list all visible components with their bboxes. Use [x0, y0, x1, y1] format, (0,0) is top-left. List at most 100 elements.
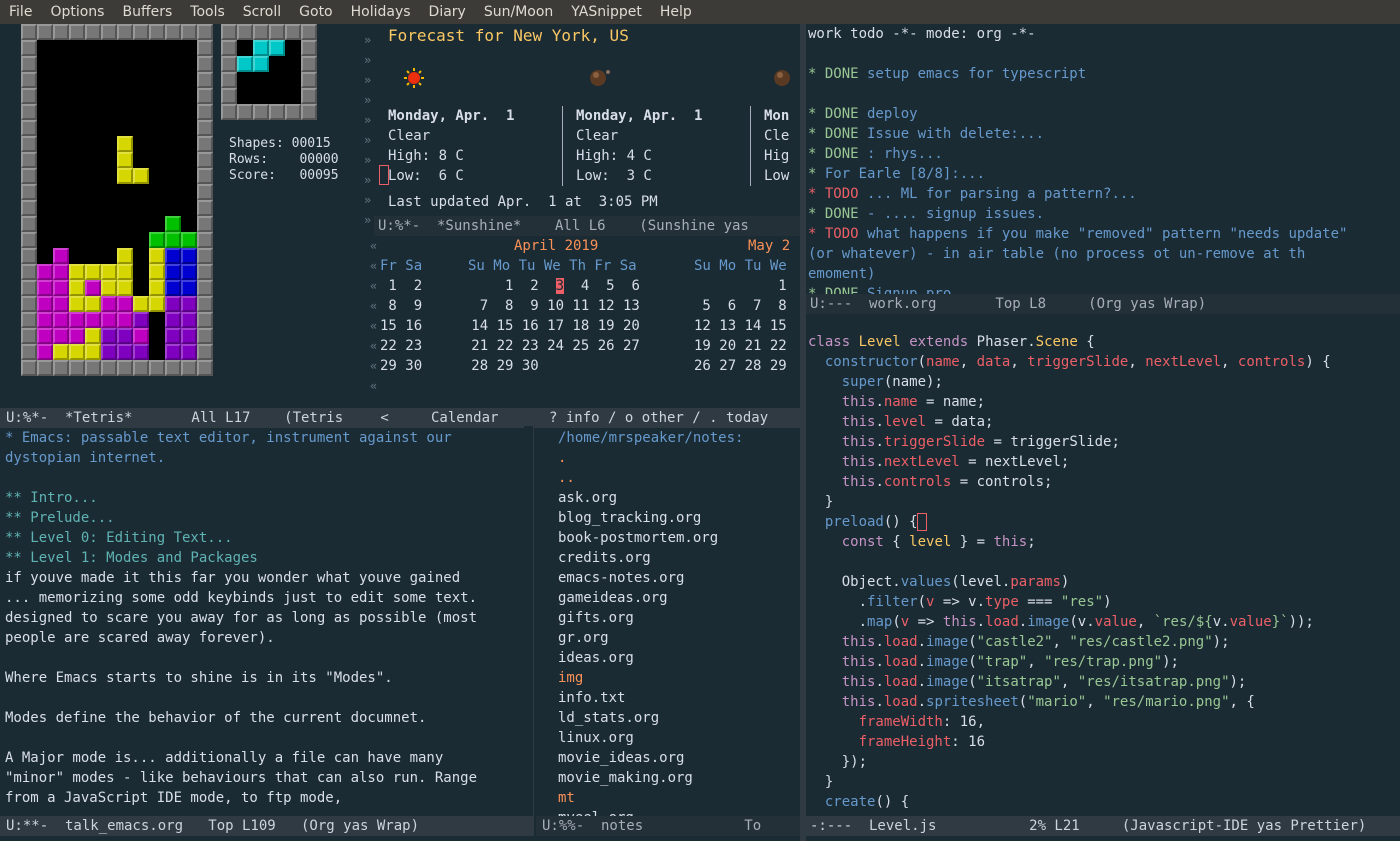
- tetris-block: [181, 232, 197, 248]
- code-editor-pane[interactable]: class Level extends Phaser.Scene { const…: [808, 332, 1400, 816]
- calendar-modeline[interactable]: < Calendar ? info / o other / . today: [372, 408, 800, 428]
- forecast-date: Monday, Apr. 1: [576, 108, 703, 124]
- menu-item-scroll[interactable]: Scroll: [234, 0, 290, 24]
- tetris-wall: [253, 24, 269, 40]
- work-org-modeline[interactable]: U:--- work.org Top L8 (Org yas Wrap): [806, 294, 1400, 314]
- tetris-wall: [21, 280, 37, 296]
- tetris-wall: [197, 88, 213, 104]
- dired-file-entry[interactable]: mt: [558, 788, 798, 808]
- dired-file-entry[interactable]: .: [558, 448, 798, 468]
- tetris-wall: [21, 344, 37, 360]
- menu-item-buffers[interactable]: Buffers: [113, 0, 181, 24]
- dired-file-entry[interactable]: blog_tracking.org: [558, 508, 798, 528]
- calendar-week-row[interactable]: 7 8 9 10 11 12 13: [446, 296, 640, 316]
- dired-file-entry[interactable]: gameideas.org: [558, 588, 798, 608]
- code-line: constructor(name, data, triggerSlide, ne…: [824, 354, 1331, 370]
- dired-file-entry[interactable]: movie_ideas.org: [558, 748, 798, 768]
- tetris-wall: [197, 104, 213, 120]
- tetris-block: [37, 280, 53, 296]
- org-line: [808, 44, 1400, 64]
- dired-file-entry[interactable]: gifts.org: [558, 608, 798, 628]
- tetris-block: [133, 328, 149, 344]
- tetris-wall: [21, 232, 37, 248]
- menu-bar: File Options Buffers Tools Scroll Goto Holiday…: [0, 0, 1400, 24]
- calendar-week-row[interactable]: 19 20 21 22: [694, 336, 787, 356]
- dired-file-entry[interactable]: emacs-notes.org: [558, 568, 798, 588]
- code-line: .map(v => this.load.image(v.value, `res/…: [808, 614, 1314, 630]
- tetris-wall: [21, 168, 37, 184]
- dired-modeline[interactable]: U:%%- notes To: [536, 816, 800, 836]
- tetris-block: [133, 168, 149, 184]
- sunshine-modeline[interactable]: U:%*- *Sunshine* All L6 (Sunshine yas: [374, 216, 800, 236]
- last-updated: Last updated Apr. 1 at 3:05 PM: [388, 194, 658, 210]
- calendar-week-row[interactable]: 15 16: [380, 316, 422, 336]
- work-org-text[interactable]: work todo -*- mode: org -*- * DONE setup …: [808, 24, 1400, 294]
- org-line: * DONE setup emacs for typescript: [808, 64, 1400, 84]
- tetris-wall: [117, 24, 133, 40]
- org-heading-text: work todo -*- mode: org -*-: [808, 26, 1036, 42]
- tetris-wall: [133, 24, 149, 40]
- dired-file-entry[interactable]: info.txt: [558, 688, 798, 708]
- org-heading-text: Issue with delete:...: [858, 126, 1045, 142]
- calendar-week-row[interactable]: 1 2: [380, 276, 422, 296]
- moon-icon-2: [772, 66, 796, 88]
- tetris-block: [69, 344, 85, 360]
- calendar-week-row[interactable]: 12 13 14 15: [694, 316, 787, 336]
- dired-file-entry[interactable]: img: [558, 668, 798, 688]
- dired-file-entry[interactable]: book-postmortem.org: [558, 528, 798, 548]
- code-line: const { level } = this;: [841, 534, 1036, 550]
- dired-file-entry[interactable]: ..: [558, 468, 798, 488]
- code-line: Object.values(level.params): [808, 574, 1070, 590]
- talk-emacs-modeline[interactable]: U:**- talk_emacs.org Top L109 (Org yas W…: [0, 816, 534, 836]
- menu-item-goto[interactable]: Goto: [290, 0, 341, 24]
- tetris-block: [165, 232, 181, 248]
- calendar-week-row[interactable]: 1: [694, 276, 786, 296]
- calendar-week-row[interactable]: 21 22 23 24 25 26 27: [446, 336, 640, 356]
- menu-item-options[interactable]: Options: [41, 0, 113, 24]
- org-line: * DONE Signup pro: [808, 284, 1400, 294]
- calendar-week-row[interactable]: 5 6 7 8: [694, 296, 786, 316]
- window-divider[interactable]: [524, 426, 534, 816]
- org-line: work todo -*- mode: org -*-: [808, 24, 1400, 44]
- calendar-week-row[interactable]: 1 2 3 4 5 6: [446, 276, 640, 296]
- calendar-week-row[interactable]: 14 15 16 17 18 19 20: [446, 316, 640, 336]
- tetris-wall: [101, 24, 117, 40]
- calendar-week-row[interactable]: 8 9: [380, 296, 422, 316]
- dired-file-entry[interactable]: gr.org: [558, 628, 798, 648]
- menu-item-help[interactable]: Help: [651, 0, 701, 24]
- talk-emacs-text[interactable]: * Emacs: passable text editor, instrumen…: [5, 428, 524, 808]
- tetris-wall: [37, 360, 53, 376]
- menu-item-yasnippet[interactable]: YASnippet: [562, 0, 651, 24]
- menu-item-diary[interactable]: Diary: [420, 0, 475, 24]
- tetris-wall: [69, 24, 85, 40]
- code-line: this.load.image("trap", "res/trap.png");: [841, 654, 1179, 670]
- dired-file-entry[interactable]: ld_stats.org: [558, 708, 798, 728]
- calendar-week-row[interactable]: 26 27 28 29: [694, 356, 787, 376]
- calendar-today[interactable]: 3: [555, 278, 565, 294]
- menu-item-sunmoon[interactable]: Sun/Moon: [475, 0, 562, 24]
- dired-file-entry[interactable]: myeel.org: [558, 808, 798, 816]
- calendar-week-row[interactable]: 28 29 30: [446, 356, 640, 376]
- dired-file-entry[interactable]: ideas.org: [558, 648, 798, 668]
- vertical-window-divider[interactable]: [800, 24, 806, 841]
- tetris-wall: [133, 360, 149, 376]
- dired-file-entry[interactable]: ask.org: [558, 488, 798, 508]
- dired-file-entry[interactable]: movie_making.org: [558, 768, 798, 788]
- dired-file-entry[interactable]: linux.org: [558, 728, 798, 748]
- tetris-pane: Shapes: 00015 Rows: 00000 Score: 00095: [0, 24, 362, 408]
- dired-file-entry[interactable]: credits.org: [558, 548, 798, 568]
- menu-item-file[interactable]: File: [0, 0, 41, 24]
- forecast-day: Monday, Apr. 1 Clear High: 8 C Low: 6 C: [388, 106, 514, 186]
- menu-item-holidays[interactable]: Holidays: [342, 0, 420, 24]
- code-modeline[interactable]: -:--- Level.js 2% L21 (Javascript-IDE ya…: [806, 816, 1400, 836]
- tetris-block: [181, 264, 197, 280]
- tetris-modeline[interactable]: U:%*- *Tetris* All L17 (Tetris: [0, 408, 372, 428]
- text-line: Modes define the behavior of the current…: [5, 710, 427, 726]
- tetris-wall: [21, 184, 37, 200]
- tetris-block: [53, 344, 69, 360]
- tetris-board: [20, 24, 214, 376]
- calendar-week-row[interactable]: 22 23: [380, 336, 422, 356]
- calendar-week-row[interactable]: 29 30: [380, 356, 422, 376]
- tetris-wall: [197, 200, 213, 216]
- menu-item-tools[interactable]: Tools: [181, 0, 234, 24]
